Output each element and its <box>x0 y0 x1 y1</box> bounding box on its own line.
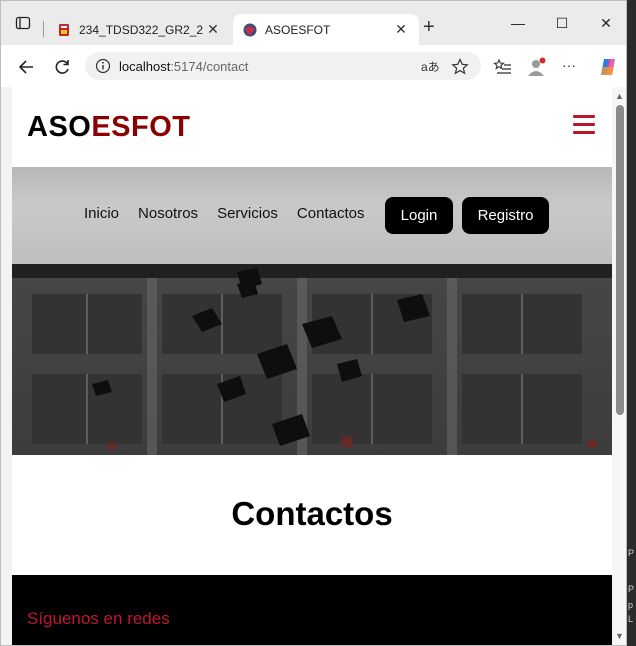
contact-section: Contactos <box>12 455 612 575</box>
nav-link-nosotros[interactable]: Nosotros <box>138 205 198 222</box>
close-tab-icon[interactable]: ✕ <box>391 21 411 38</box>
login-button[interactable]: Login <box>385 197 453 234</box>
favorites-list-icon[interactable] <box>493 57 513 77</box>
footer-social-heading: Síguenos en redes <box>27 609 170 628</box>
background-window-edge: P P p L <box>626 0 636 646</box>
browser-window: 234_TDSD322_GR2_2025 ✕ ASOESFOT ✕ + — ☐ … <box>0 0 627 646</box>
more-options-icon[interactable]: ··· <box>562 57 576 73</box>
edge-text: P <box>628 548 635 558</box>
logo-part-aso: ASO <box>27 111 92 143</box>
edge-text: L <box>628 614 634 624</box>
address-toolbar: localhost:5174/contact aあ ··· <box>1 45 626 87</box>
tab-label: ASOESFOT <box>265 22 331 37</box>
site-info-icon[interactable] <box>95 58 111 74</box>
site-header: ASOESFOT <box>12 87 612 167</box>
tab-actions-icon[interactable] <box>15 15 31 31</box>
section-title: Contactos <box>231 495 393 532</box>
title-bar: 234_TDSD322_GR2_2025 ✕ ASOESFOT ✕ + — ☐ … <box>1 1 626 45</box>
logo-part-esfot: ESFOT <box>91 111 191 143</box>
favorite-star-icon[interactable] <box>450 57 470 77</box>
url-path: :5174/contact <box>170 58 249 74</box>
nav-link-contactos[interactable]: Contactos <box>297 205 365 222</box>
maximize-icon[interactable]: ☐ <box>552 15 572 32</box>
minimize-icon[interactable]: — <box>508 15 528 31</box>
hero-graduation-image <box>12 264 612 455</box>
tab-asoesfot[interactable]: ASOESFOT ✕ <box>233 14 419 45</box>
url-host: localhost <box>119 58 171 74</box>
tab-separator <box>43 21 44 37</box>
profile-avatar-icon[interactable] <box>526 57 546 77</box>
graduation-photo-illustration <box>12 264 612 455</box>
main-nav: Inicio Nosotros Servicios Contactos <box>84 205 364 222</box>
edge-text: P <box>628 584 635 594</box>
course-favicon-icon <box>59 23 69 36</box>
page-viewport: ASOESFOT Inicio Nosotros Servicios Conta… <box>12 87 612 645</box>
scrollbar-thumb[interactable] <box>616 105 624 415</box>
tab-label: 234_TDSD322_GR2_2025 <box>79 22 203 37</box>
register-button[interactable]: Registro <box>462 197 549 234</box>
scroll-up-icon[interactable]: ▲ <box>615 91 624 101</box>
site-logo[interactable]: ASOESFOT <box>27 111 191 144</box>
refresh-icon[interactable] <box>52 57 72 77</box>
hamburger-menu-icon[interactable] <box>573 115 595 135</box>
edge-text: p <box>628 600 634 610</box>
close-tab-icon[interactable]: ✕ <box>203 21 223 38</box>
back-arrow-icon[interactable] <box>17 57 37 77</box>
nav-band: Inicio Nosotros Servicios Contactos Logi… <box>12 167 612 264</box>
new-tab-icon[interactable]: + <box>423 17 435 37</box>
page-scrollbar[interactable]: ▲ ▼ <box>612 87 626 645</box>
read-aloud-icon[interactable]: aあ <box>421 58 440 75</box>
scroll-down-icon[interactable]: ▼ <box>615 631 624 641</box>
copilot-icon[interactable] <box>598 57 618 77</box>
site-footer: Síguenos en redes <box>12 575 612 645</box>
asoesfot-favicon-icon <box>243 23 257 36</box>
close-window-icon[interactable]: ✕ <box>596 15 616 32</box>
nav-link-servicios[interactable]: Servicios <box>217 205 278 222</box>
tab-course[interactable]: 234_TDSD322_GR2_2025 ✕ <box>49 14 231 45</box>
nav-link-inicio[interactable]: Inicio <box>84 205 119 222</box>
